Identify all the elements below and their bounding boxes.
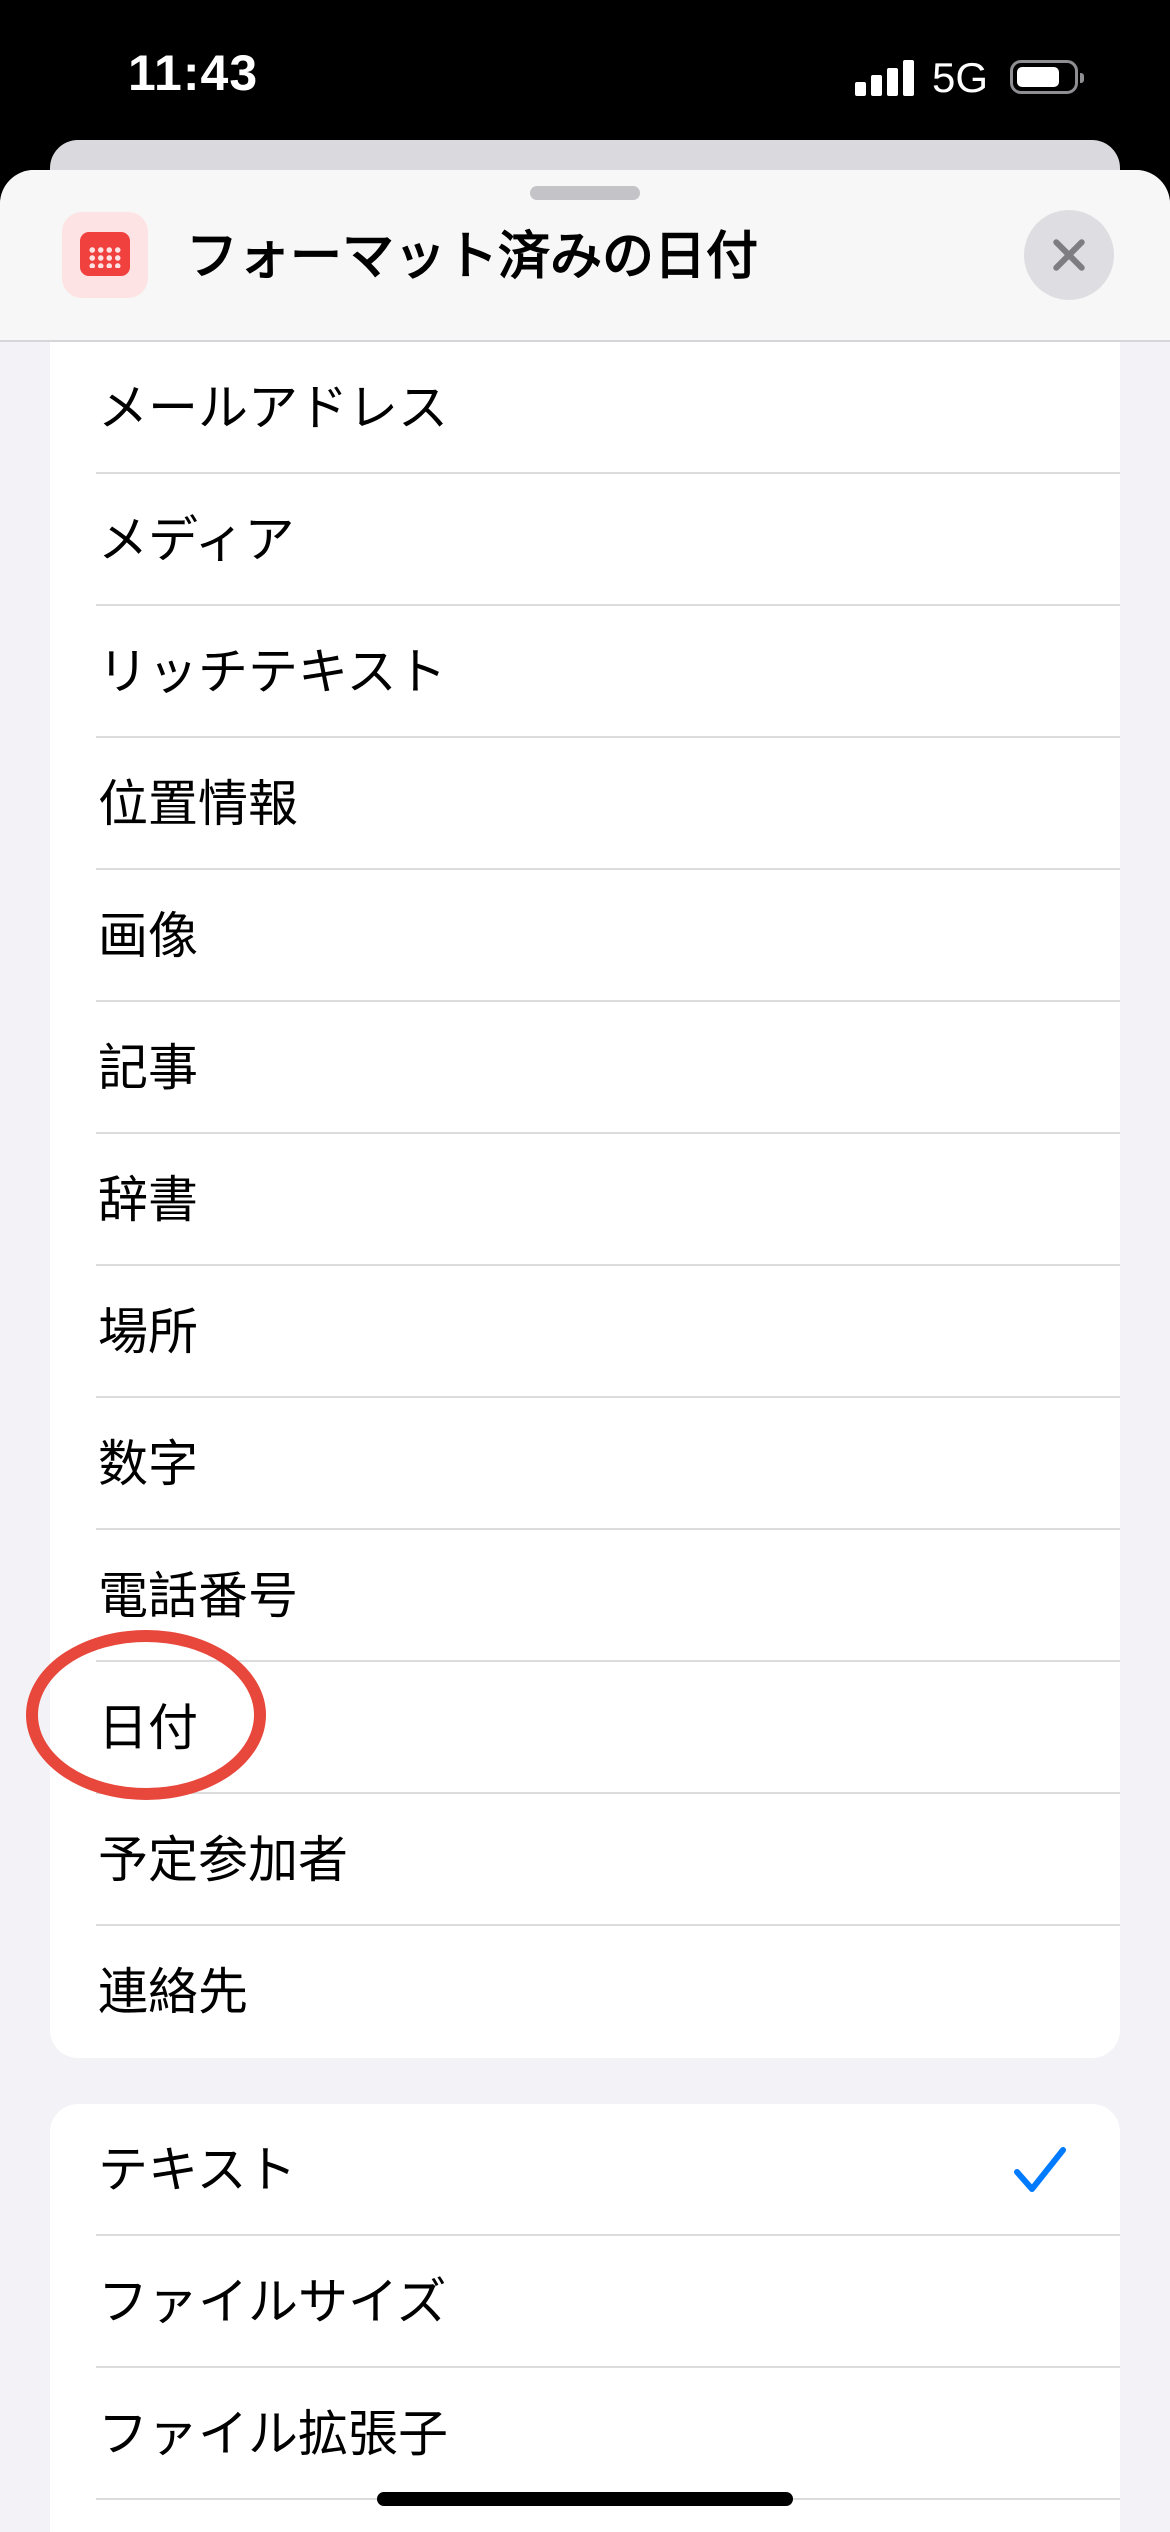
list-item[interactable]: テキスト xyxy=(50,2104,1120,2236)
list-item[interactable]: 数字 xyxy=(50,1398,1120,1530)
list-item-label: 位置情報 xyxy=(98,775,298,833)
list-item[interactable]: メールアドレス xyxy=(50,342,1120,474)
list-item-label: テキスト xyxy=(98,2141,297,2199)
list-item-label: ファイル拡張子 xyxy=(98,2405,448,2463)
list-item-label: 連絡先 xyxy=(98,1963,248,2021)
list-item[interactable]: 連絡先 xyxy=(50,1926,1120,2058)
list-item-label: メールアドレス xyxy=(98,379,448,437)
list-item[interactable]: 記事 xyxy=(50,1002,1120,1134)
page-title: フォーマット済みの日付 xyxy=(186,227,759,287)
list-item[interactable]: メディア xyxy=(50,474,1120,606)
home-indicator xyxy=(377,2492,793,2506)
content-type-list: メールアドレス メディア リッチテキスト 位置情報 画像 記事 辞書 場所 数字… xyxy=(50,342,1120,2058)
sheet-header: フォーマット済みの日付 xyxy=(0,170,1170,342)
highlight-circle xyxy=(26,1630,266,1800)
list-item[interactable]: 電話番号 xyxy=(50,1530,1120,1662)
close-button[interactable] xyxy=(1024,210,1114,300)
list-item-label: リッチテキスト xyxy=(98,643,447,701)
list-item[interactable]: 場所 xyxy=(50,1266,1120,1398)
checkmark-icon xyxy=(1014,2147,1066,2192)
type-picker-sheet: メールアドレス メディア リッチテキスト 位置情報 画像 記事 辞書 場所 数字… xyxy=(0,170,1170,2532)
calendar-icon xyxy=(62,212,148,298)
output-type-list: テキスト ファイルサイズ ファイル拡張子 xyxy=(50,2104,1120,2532)
list-item[interactable]: リッチテキスト xyxy=(50,606,1120,738)
list-item[interactable]: ファイル拡張子 xyxy=(50,2368,1120,2500)
list-item-label: 辞書 xyxy=(98,1171,198,1229)
network-type: 5G xyxy=(932,54,989,101)
list-item[interactable]: ファイルサイズ xyxy=(50,2236,1120,2368)
list-item[interactable]: 位置情報 xyxy=(50,738,1120,870)
battery-icon xyxy=(1010,60,1084,94)
sheet-grabber[interactable] xyxy=(530,186,640,200)
list-item[interactable]: 辞書 xyxy=(50,1134,1120,1266)
list-item-label: 画像 xyxy=(98,907,198,965)
list-item-label: 予定参加者 xyxy=(98,1831,348,1889)
list-item-label: メディア xyxy=(98,511,295,569)
status-bar: 11:43 5G xyxy=(0,0,1170,150)
list-item-label: 数字 xyxy=(98,1435,198,1493)
list-item[interactable]: 予定参加者 xyxy=(50,1794,1120,1926)
status-time: 11:43 xyxy=(128,45,259,101)
list-item-label: 記事 xyxy=(98,1039,198,1097)
cellular-signal-icon xyxy=(855,60,915,96)
list-item-label: ファイルサイズ xyxy=(98,2273,447,2331)
list-item-label: 場所 xyxy=(98,1303,198,1361)
list-item[interactable]: 画像 xyxy=(50,870,1120,1002)
